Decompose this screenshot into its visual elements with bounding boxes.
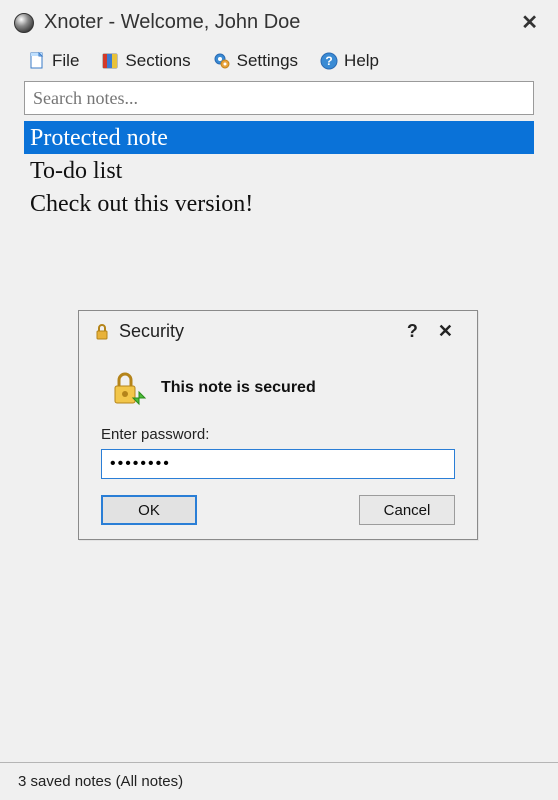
svg-text:?: ? bbox=[325, 54, 332, 68]
ok-button[interactable]: OK bbox=[101, 495, 197, 525]
menu-help[interactable]: ? Help bbox=[320, 51, 379, 71]
menu-settings-label: Settings bbox=[237, 51, 298, 71]
menu-sections[interactable]: Sections bbox=[101, 51, 190, 71]
dialog-titlebar: Security ? ✕ bbox=[79, 311, 477, 350]
dialog-title-text: Security bbox=[119, 321, 184, 342]
gear-icon bbox=[213, 52, 231, 70]
status-text: 3 saved notes (All notes) bbox=[18, 773, 183, 790]
dialog-message: This note is secured bbox=[161, 379, 316, 397]
menu-settings[interactable]: Settings bbox=[213, 51, 298, 71]
dialog-button-row: OK Cancel bbox=[101, 495, 455, 525]
search-container bbox=[0, 81, 558, 121]
password-label: Enter password: bbox=[101, 426, 455, 443]
password-input[interactable] bbox=[101, 449, 455, 479]
file-icon bbox=[28, 52, 46, 70]
note-item[interactable]: Protected note bbox=[24, 121, 534, 154]
note-item[interactable]: To-do list bbox=[24, 154, 534, 187]
titlebar: Xnoter - Welcome, John Doe ✕ bbox=[0, 0, 558, 43]
search-input[interactable] bbox=[24, 81, 534, 115]
lock-icon bbox=[93, 323, 111, 341]
menubar: File Sections Settings ? Help bbox=[0, 43, 558, 81]
sections-icon bbox=[101, 52, 119, 70]
menu-file-label: File bbox=[52, 51, 79, 71]
cancel-button[interactable]: Cancel bbox=[359, 495, 455, 525]
lock-large-icon bbox=[107, 368, 147, 408]
menu-sections-label: Sections bbox=[125, 51, 190, 71]
dialog-close-button[interactable]: ✕ bbox=[428, 321, 463, 342]
dialog-message-row: This note is secured bbox=[101, 360, 455, 426]
security-dialog: Security ? ✕ This note is secured Enter … bbox=[78, 310, 478, 540]
statusbar: 3 saved notes (All notes) bbox=[0, 762, 558, 800]
dialog-help-button[interactable]: ? bbox=[397, 321, 428, 342]
window-close-button[interactable]: ✕ bbox=[515, 10, 544, 35]
note-item[interactable]: Check out this version! bbox=[24, 187, 534, 220]
notes-list: Protected note To-do list Check out this… bbox=[0, 121, 558, 220]
menu-help-label: Help bbox=[344, 51, 379, 71]
help-icon: ? bbox=[320, 52, 338, 70]
dialog-body: This note is secured Enter password: OK … bbox=[79, 350, 477, 539]
menu-file[interactable]: File bbox=[28, 51, 79, 71]
app-icon bbox=[14, 13, 34, 33]
window-title: Xnoter - Welcome, John Doe bbox=[44, 11, 515, 34]
